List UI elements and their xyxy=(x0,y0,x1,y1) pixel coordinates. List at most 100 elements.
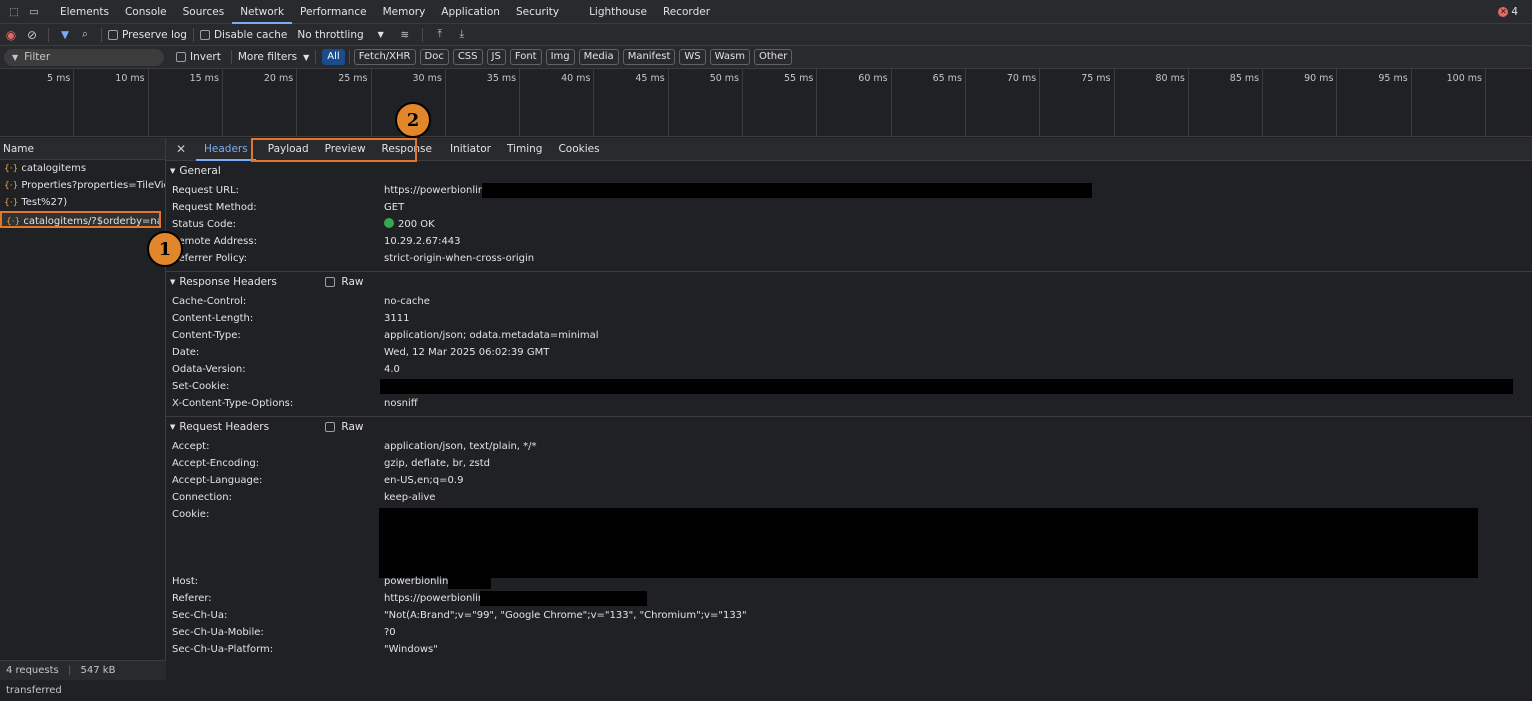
header-key: Connection: xyxy=(172,492,232,503)
raw-checkbox[interactable] xyxy=(325,422,336,432)
header-row: Accept-Language: en-US,en;q=0.9 xyxy=(166,472,1532,489)
checkbox-box[interactable] xyxy=(176,52,186,62)
tab-security[interactable]: Security xyxy=(508,0,567,24)
throttling-select[interactable]: No throttling ▼ xyxy=(297,29,383,41)
header-value: GET xyxy=(384,202,405,213)
disable-cache-checkbox[interactable]: Disable cache xyxy=(199,29,287,41)
xhr-icon: {·} xyxy=(4,198,19,208)
tab-console[interactable]: Console xyxy=(117,0,175,24)
tab-headers[interactable]: Headers xyxy=(196,138,256,161)
header-key: Referrer Policy: xyxy=(172,253,247,264)
raw-checkbox[interactable] xyxy=(325,277,336,287)
filter-type-other[interactable]: Other xyxy=(753,49,793,65)
tab-lighthouse[interactable]: Lighthouse xyxy=(581,0,655,24)
header-value: "Windows" xyxy=(384,644,438,655)
tab-response[interactable]: Response xyxy=(374,138,440,161)
tab-network[interactable]: Network xyxy=(232,0,293,24)
filter-type-wasm[interactable]: Wasm xyxy=(709,49,750,65)
filter-type-media[interactable]: Media xyxy=(578,49,619,65)
section-title: General xyxy=(179,164,221,177)
search-icon[interactable]: ⌕ xyxy=(75,28,95,41)
request-row[interactable]: {·} Test%27) xyxy=(0,194,165,211)
filter-input[interactable]: ▼ Filter xyxy=(4,48,164,66)
timeline-overview[interactable]: 5 ms 10 ms 15 ms 20 ms 25 ms 30 ms 35 ms 40 ms 4… xyxy=(0,69,1532,137)
header-key: Cache-Control: xyxy=(172,296,247,307)
tab-memory[interactable]: Memory xyxy=(375,0,434,24)
export-har-icon[interactable]: ⤓ xyxy=(451,28,473,41)
general-header[interactable]: ▼ General xyxy=(166,161,1532,182)
filter-type-css[interactable]: CSS xyxy=(452,49,483,65)
device-toolbar-icon[interactable]: ▭ xyxy=(24,6,44,18)
header-value: nosniff xyxy=(384,398,418,409)
more-filters-dropdown[interactable]: More filters ▼ xyxy=(238,51,309,63)
section-title: Request Headers xyxy=(179,420,270,433)
throttling-value: No throttling xyxy=(297,28,364,41)
header-row: Referrer Policy: strict-origin-when-cross… xyxy=(166,250,1532,267)
filter-type-doc[interactable]: Doc xyxy=(419,49,449,65)
header-key: Request Method: xyxy=(172,202,257,213)
request-row-selected[interactable]: {·}catalogitems/?$orderby=nam... xyxy=(0,211,161,228)
header-row: Request Method: GET xyxy=(166,199,1532,216)
checkbox-box[interactable] xyxy=(199,29,210,40)
name-column-header[interactable]: Name xyxy=(0,138,165,160)
tab-recorder[interactable]: Recorder xyxy=(655,0,718,24)
filter-type-ws[interactable]: WS xyxy=(679,49,706,65)
divider xyxy=(192,27,194,42)
tab-elements[interactable]: Elements xyxy=(52,0,117,24)
step-badge-1: 1 xyxy=(147,231,183,267)
filter-type-img[interactable]: Img xyxy=(545,49,575,65)
invert-checkbox[interactable]: Invert xyxy=(176,51,221,63)
filter-type-font[interactable]: Font xyxy=(509,49,542,65)
tab-application[interactable]: Application xyxy=(433,0,508,24)
header-row: Sec-Ch-Ua: "Not(A:Brand";v="99", "Google … xyxy=(166,607,1532,624)
response-headers-header[interactable]: ▼ Response Headers Raw xyxy=(166,272,1532,293)
request-name: Properties?properties=TileVie... xyxy=(21,180,165,191)
tab-cookies[interactable]: Cookies xyxy=(550,138,607,161)
header-value: application/json, text/plain, */* xyxy=(384,441,537,452)
general-section: ▼ General Request URL: https://powerbionl… xyxy=(166,161,1532,272)
request-row[interactable]: {·} Properties?properties=TileVie... xyxy=(0,177,165,194)
close-icon[interactable]: ✕ xyxy=(166,142,196,156)
tab-timing[interactable]: Timing xyxy=(499,138,550,161)
tab-payload[interactable]: Payload xyxy=(260,138,317,161)
tab-sources[interactable]: Sources xyxy=(175,0,233,24)
header-value: https://powerbionline xyxy=(384,593,491,604)
header-value: 10.29.2.67:443 xyxy=(384,236,461,247)
header-row: Cookie: xyxy=(166,506,1532,578)
network-status-bar: 4 requests | 547 kB transferred xyxy=(0,660,166,696)
more-filters-label: More filters xyxy=(237,51,298,63)
checkbox-box[interactable] xyxy=(108,29,118,40)
header-value: gzip, deflate, br, zstd xyxy=(384,458,490,469)
divider xyxy=(421,27,423,42)
request-headers-header[interactable]: ▼ Request Headers Raw xyxy=(166,417,1532,438)
tab-initiator[interactable]: Initiator xyxy=(442,138,499,161)
header-row: Sec-Ch-Ua-Mobile: ?0 xyxy=(166,624,1532,641)
error-counter[interactable]: ✕ 4 xyxy=(1498,6,1518,18)
tab-performance[interactable]: Performance xyxy=(292,0,375,24)
inspect-element-icon[interactable]: ⬚ xyxy=(4,6,24,18)
tab-preview[interactable]: Preview xyxy=(317,138,374,161)
filter-type-all[interactable]: All xyxy=(322,49,345,65)
import-har-icon[interactable]: ⤒ xyxy=(429,28,451,41)
request-list: Name {·} catalogitems {·} Properties?prope… xyxy=(0,138,166,696)
header-value: ?0 xyxy=(384,627,396,638)
header-row: Referer: https://powerbionline xyxy=(166,590,1532,607)
devtools-top-bar: ⬚ ▭ Elements Console Sources Network Per… xyxy=(0,0,1532,24)
clear-icon[interactable]: ⊘ xyxy=(22,28,42,42)
filter-type-manifest[interactable]: Manifest xyxy=(622,49,676,65)
filter-type-js[interactable]: JS xyxy=(486,49,506,65)
request-row[interactable]: {·} catalogitems xyxy=(0,160,165,177)
divider xyxy=(48,27,49,42)
header-key: Accept: xyxy=(172,441,210,452)
preserve-log-checkbox[interactable]: Preserve log xyxy=(108,29,187,41)
filter-type-fetch-xhr[interactable]: Fetch/XHR xyxy=(353,49,416,65)
divider xyxy=(230,50,232,64)
header-row: Status Code: 200 OK xyxy=(166,216,1532,233)
record-stop-icon[interactable]: ◉ xyxy=(0,28,22,42)
header-key: Content-Length: xyxy=(172,313,254,324)
filter-bar: ▼ Filter Invert More filters ▼ All Fetch… xyxy=(0,46,1532,69)
header-value: en-US,en;q=0.9 xyxy=(384,475,464,486)
step-badge-2: 2 xyxy=(395,102,431,138)
filter-funnel-icon[interactable]: ▼ xyxy=(55,29,75,41)
network-conditions-icon[interactable]: ≋ xyxy=(394,29,416,41)
